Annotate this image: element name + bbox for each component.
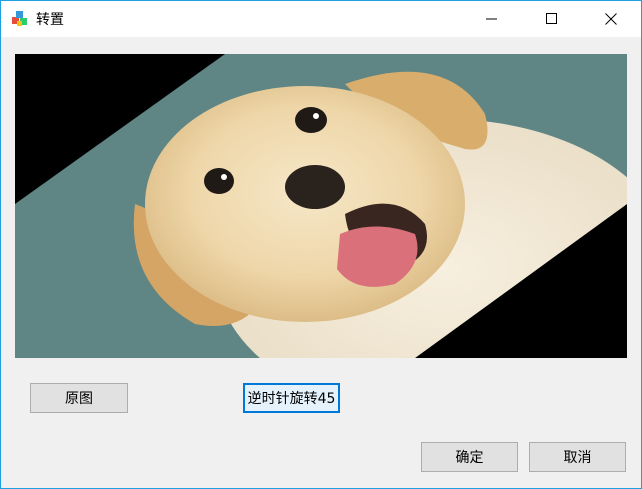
window-title: 转置 [36, 12, 64, 28]
close-button[interactable] [588, 1, 634, 37]
ok-button[interactable]: 确定 [421, 442, 518, 472]
app-icon [11, 10, 29, 28]
title-bar[interactable]: 转置 [1, 1, 641, 37]
close-icon [605, 13, 617, 25]
minimize-button[interactable] [469, 1, 515, 37]
dialog-window: 转置 原图 逆时针旋转45 确定 取消 [0, 0, 642, 489]
cancel-button[interactable]: 取消 [529, 442, 626, 472]
image-display [15, 54, 627, 358]
rotated-puppy-image [15, 54, 627, 358]
maximize-icon [546, 13, 557, 24]
original-image-button[interactable]: 原图 [30, 383, 128, 413]
rotate-ccw-45-button[interactable]: 逆时针旋转45 [243, 383, 340, 413]
maximize-button[interactable] [529, 1, 575, 37]
minimize-icon [486, 18, 497, 20]
